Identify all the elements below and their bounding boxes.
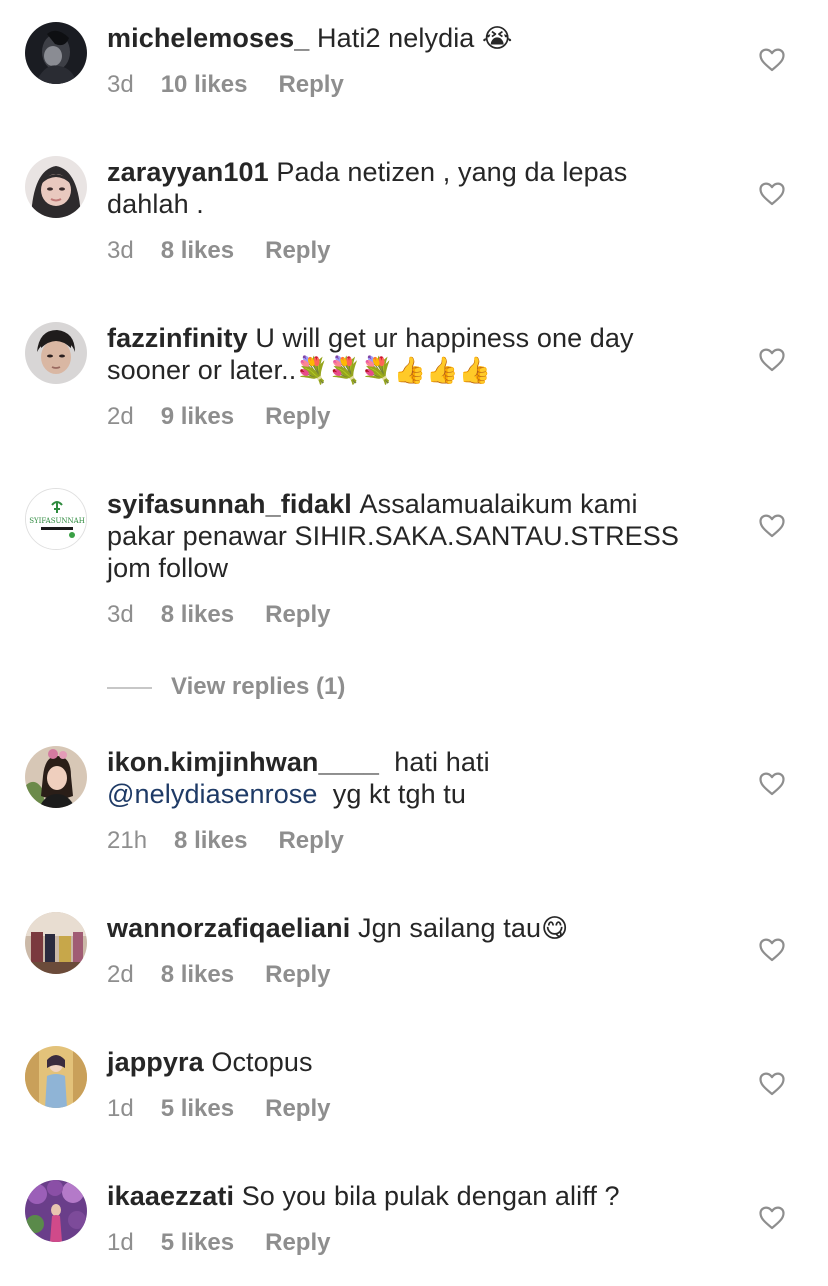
comment-body: So you bila pulak dengan aliff ? (241, 1181, 620, 1211)
reply-button[interactable]: Reply (278, 71, 343, 98)
reply-button[interactable]: Reply (265, 601, 330, 628)
comment-time: 3d (107, 601, 134, 628)
comment-body: Hati2 nelydia (317, 23, 475, 53)
comment-time: 21h (107, 827, 148, 854)
syifasunnah-logo: SYIFASUNNAH (26, 489, 86, 549)
comment-likes[interactable]: 5 likes (161, 1229, 234, 1256)
comment-time: 2d (107, 961, 134, 988)
comment-meta: 2d 9 likes Reply (107, 402, 330, 432)
heart-outline-icon[interactable] (759, 48, 785, 72)
comment-username[interactable]: fazzinfinity (107, 323, 248, 353)
heart-outline-icon[interactable] (759, 772, 785, 796)
avatar[interactable] (25, 156, 87, 218)
heart-outline-icon[interactable] (759, 1072, 785, 1096)
comment-text: ikon.kimjinhwan____ hati hati @nelydiasen… (107, 746, 707, 810)
comment-username[interactable]: ikaaezzati (107, 1181, 234, 1211)
comment-likes[interactable]: 8 likes (161, 961, 234, 988)
view-replies-divider (107, 687, 152, 689)
avatar[interactable]: SYIFASUNNAH (25, 488, 87, 550)
comment-body: Octopus (211, 1047, 313, 1077)
svg-text:SYIFASUNNAH: SYIFASUNNAH (29, 517, 85, 525)
avatar[interactable] (25, 746, 87, 808)
comment-body: hati hati (394, 747, 490, 777)
avatar[interactable] (25, 322, 87, 384)
bouquet-thumbs-up-emoji-icon: 💐💐💐👍👍👍 (296, 356, 492, 386)
avatar[interactable] (25, 1046, 87, 1108)
comment-meta: 1d 5 likes Reply (107, 1094, 330, 1124)
comment-time: 3d (107, 71, 134, 98)
comment-text: michelemoses_ Hati2 nelydia 😭 (107, 22, 707, 55)
comment-time: 1d (107, 1095, 134, 1122)
heart-outline-icon[interactable] (759, 938, 785, 962)
comment-username[interactable]: jappyra (107, 1047, 204, 1077)
comment-text: jappyra Octopus (107, 1046, 707, 1078)
reply-button[interactable]: Reply (265, 403, 330, 430)
comment-likes[interactable]: 8 likes (174, 827, 247, 854)
view-replies-label[interactable]: View replies (1) (171, 672, 345, 702)
comment-time: 1d (107, 1229, 134, 1256)
comment-likes[interactable]: 9 likes (161, 403, 234, 430)
reply-button[interactable]: Reply (278, 827, 343, 854)
yum-face-emoji-icon: 😋 (541, 914, 569, 944)
reply-button[interactable]: Reply (265, 1229, 330, 1256)
comment-time: 2d (107, 403, 134, 430)
reply-button[interactable]: Reply (265, 1095, 330, 1122)
comment-likes[interactable]: 5 likes (161, 1095, 234, 1122)
comment-likes[interactable]: 8 likes (161, 237, 234, 264)
avatar[interactable] (25, 912, 87, 974)
mention-link[interactable]: @nelydiasenrose (107, 779, 318, 809)
heart-outline-icon[interactable] (759, 1206, 785, 1230)
crying-face-emoji-icon: 😭 (482, 24, 513, 54)
avatar[interactable] (25, 1180, 87, 1242)
comment-username[interactable]: ikon.kimjinhwan____ (107, 747, 379, 777)
comment-meta: 3d 10 likes Reply (107, 70, 344, 100)
comment-username[interactable]: michelemoses_ (107, 23, 309, 53)
reply-button[interactable]: Reply (265, 961, 330, 988)
comment-text: ikaaezzati So you bila pulak dengan alif… (107, 1180, 707, 1212)
comment-body: Jgn sailang tau (357, 913, 542, 943)
comment-time: 3d (107, 237, 134, 264)
comment-likes[interactable]: 10 likes (161, 71, 248, 98)
comment-meta: 2d 8 likes Reply (107, 960, 330, 990)
heart-outline-icon[interactable] (759, 514, 785, 538)
comment-body-continued: yg kt tgh tu (332, 779, 467, 809)
comment-username[interactable]: zarayyan101 (107, 157, 269, 187)
heart-outline-icon[interactable] (759, 348, 785, 372)
comment-username[interactable]: syifasunnah_fidakl (107, 489, 352, 519)
avatar[interactable] (25, 22, 87, 84)
comment-text: syifasunnah_fidakl Assalamualaikum kami … (107, 488, 697, 584)
comment-text: zarayyan101 Pada netizen , yang da lepas… (107, 156, 707, 220)
comment-text: wannorzafiqaeliani Jgn sailang tau😋 (107, 912, 707, 945)
comment-text: fazzinfinity U will get ur happiness one… (107, 322, 707, 387)
comment-username[interactable]: wannorzafiqaeliani (107, 913, 350, 943)
comment-meta: 21h 8 likes Reply (107, 826, 344, 856)
comment-meta: 3d 8 likes Reply (107, 600, 330, 630)
comment-likes[interactable]: 8 likes (161, 601, 234, 628)
reply-button[interactable]: Reply (265, 237, 330, 264)
comment-meta: 1d 5 likes Reply (107, 1228, 330, 1258)
heart-outline-icon[interactable] (759, 182, 785, 206)
comment-meta: 3d 8 likes Reply (107, 236, 330, 266)
